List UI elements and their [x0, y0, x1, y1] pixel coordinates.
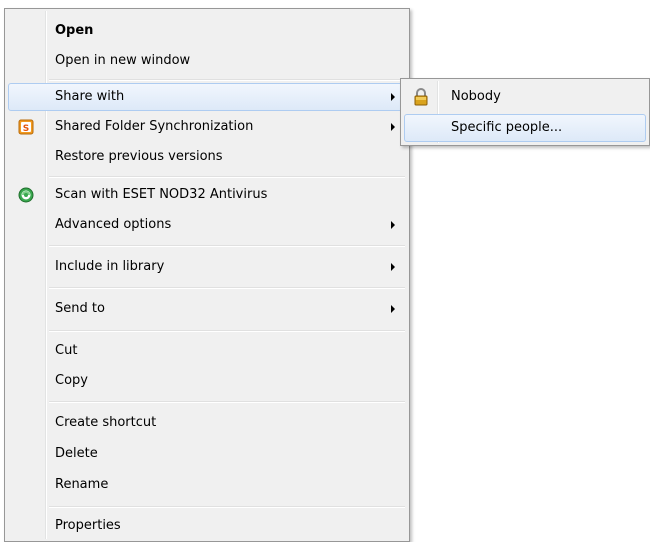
svg-text:S: S: [23, 124, 29, 134]
menu-item-label: Open in new window: [55, 53, 191, 68]
submenu-arrow-icon: [391, 93, 395, 101]
eset-antivirus-icon: [18, 187, 34, 203]
menu-item-create-shortcut[interactable]: Create shortcut: [8, 409, 406, 437]
padlock-icon: [413, 88, 429, 106]
menu-item-scan-eset[interactable]: Scan with ESET NOD32 Antivirus: [8, 181, 406, 209]
menu-item-label: Restore previous versions: [55, 149, 223, 164]
menu-item-open-in-new-window[interactable]: Open in new window: [8, 47, 406, 75]
menu-item-send-to[interactable]: Send to: [8, 295, 406, 323]
submenu-item-nobody[interactable]: Nobody: [404, 83, 646, 111]
menu-separator: [49, 330, 405, 332]
submenu-arrow-icon: [391, 305, 395, 313]
menu-item-label: Advanced options: [55, 217, 172, 232]
submenu-item-specific-people[interactable]: Specific people...: [404, 114, 646, 142]
menu-separator: [49, 506, 405, 508]
menu-item-label: Rename: [55, 477, 109, 492]
context-menu: Open Open in new window Share with S Sha…: [4, 8, 410, 542]
submenu-arrow-icon: [391, 221, 395, 229]
submenu-arrow-icon: [391, 123, 395, 131]
menu-item-advanced-options[interactable]: Advanced options: [8, 211, 406, 239]
menu-item-restore-previous-versions[interactable]: Restore previous versions: [8, 143, 406, 171]
menu-item-shared-folder-sync[interactable]: S Shared Folder Synchronization: [8, 113, 406, 141]
menu-item-delete[interactable]: Delete: [8, 440, 406, 468]
menu-separator: [49, 401, 405, 403]
menu-item-label: Cut: [55, 343, 78, 358]
submenu-item-label: Nobody: [451, 89, 501, 104]
menu-item-label: Include in library: [55, 259, 165, 274]
menu-item-copy[interactable]: Copy: [8, 367, 406, 395]
menu-item-label: Send to: [55, 301, 105, 316]
submenu-arrow-icon: [391, 263, 395, 271]
menu-item-share-with[interactable]: Share with: [8, 83, 406, 111]
menu-separator: [49, 287, 405, 289]
menu-item-label: Shared Folder Synchronization: [55, 119, 254, 134]
menu-item-include-in-library[interactable]: Include in library: [8, 253, 406, 281]
menu-item-label: Open: [55, 23, 94, 38]
menu-item-properties[interactable]: Properties: [8, 512, 406, 540]
menu-item-label: Share with: [55, 89, 125, 104]
menu-item-label: Properties: [55, 518, 121, 533]
menu-item-label: Scan with ESET NOD32 Antivirus: [55, 187, 268, 202]
menu-separator: [49, 79, 405, 81]
menu-item-label: Create shortcut: [55, 415, 157, 430]
menu-item-open[interactable]: Open: [8, 17, 406, 45]
menu-item-label: Copy: [55, 373, 88, 388]
menu-item-cut[interactable]: Cut: [8, 337, 406, 365]
menu-separator: [49, 245, 405, 247]
menu-item-label: Delete: [55, 446, 98, 461]
shared-folder-sync-icon: S: [18, 119, 34, 135]
menu-item-rename[interactable]: Rename: [8, 471, 406, 499]
menu-separator: [49, 176, 405, 178]
share-with-submenu: Nobody Specific people...: [400, 78, 650, 146]
submenu-item-label: Specific people...: [451, 120, 563, 135]
